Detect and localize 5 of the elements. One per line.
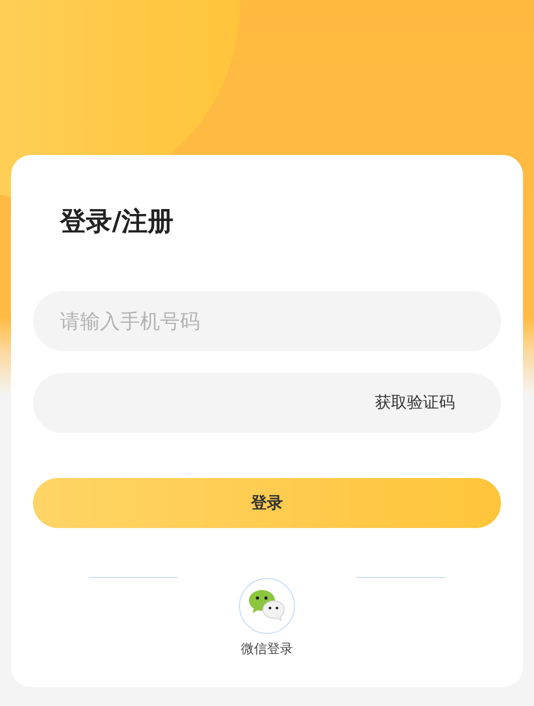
phone-input-field[interactable]: 请输入手机号码	[33, 291, 501, 351]
chat-bubbles-icon	[248, 589, 286, 623]
get-code-button[interactable]: 获取验证码	[375, 392, 455, 414]
login-button[interactable]: 登录	[33, 478, 501, 528]
page-title: 登录/注册	[60, 206, 174, 239]
